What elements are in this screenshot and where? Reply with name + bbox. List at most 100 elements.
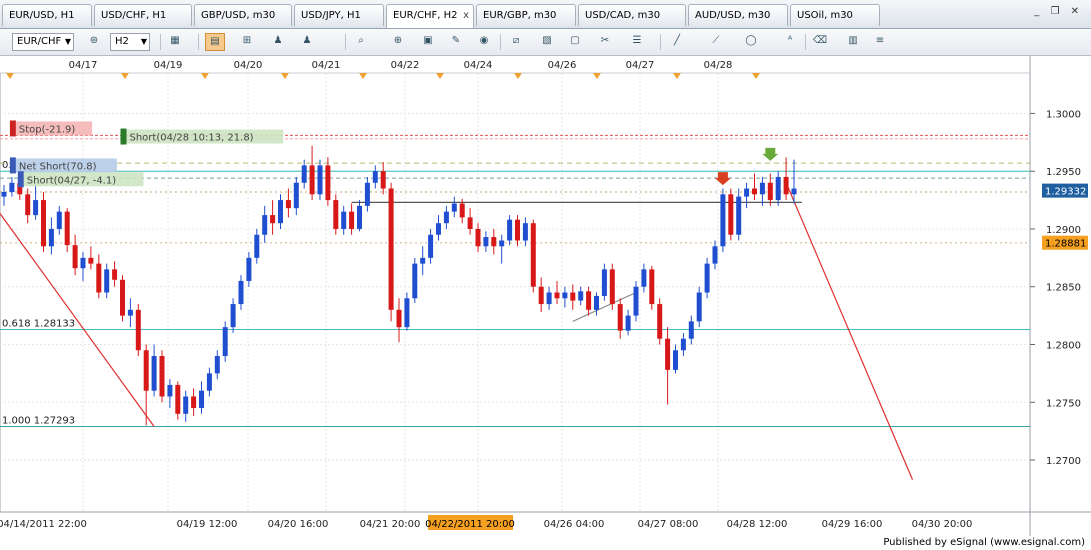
- toolbar-separator: [805, 34, 806, 50]
- eraser-icon[interactable]: ⌫: [810, 33, 830, 51]
- candle-body: [594, 295, 599, 310]
- toolbar-separator: [660, 34, 661, 50]
- candle-body: [467, 217, 473, 229]
- window-controls[interactable]: _ ❐ ✕: [1034, 6, 1083, 17]
- text-icon[interactable]: ᴬ: [780, 33, 800, 51]
- tick-chart-icon[interactable]: ⊞: [237, 33, 257, 51]
- candle-body: [151, 356, 157, 391]
- position-label: Short(04/28 10:13, 21.8): [130, 133, 254, 144]
- tool-icon[interactable]: ✂: [595, 33, 615, 51]
- bar-chart-icon[interactable]: ▤: [205, 33, 225, 51]
- chart-book-icon[interactable]: ▣: [418, 33, 438, 51]
- candle-body: [33, 200, 39, 216]
- trend-line: [572, 291, 637, 322]
- candle-body: [325, 165, 331, 201]
- tab-label: EUR/CHF, H2: [393, 10, 458, 21]
- price-tick-label: 1.2850: [1046, 283, 1081, 294]
- symbol-select[interactable]: EUR/CHF ▼: [12, 33, 74, 51]
- tab-label: USD/CHF, H1: [101, 10, 167, 21]
- chart-type-icon[interactable]: ▦: [165, 33, 185, 51]
- candle-body: [775, 176, 781, 201]
- candle-body: [285, 200, 291, 209]
- candle-body: [301, 165, 307, 183]
- bottom-date-label: 04/21 20:00: [360, 519, 421, 530]
- tab-0[interactable]: EUR/USD, H1: [2, 4, 92, 26]
- globe-icon[interactable]: ◉: [474, 33, 494, 51]
- tab-3[interactable]: USD/JPY, H1: [294, 4, 384, 26]
- candle-body: [530, 223, 536, 287]
- window-icon[interactable]: ▢: [565, 33, 585, 51]
- position-label: Net Short(70.8): [19, 161, 97, 172]
- study-icon[interactable]: ✎: [446, 33, 466, 51]
- layout-icon[interactable]: ☰: [627, 33, 647, 51]
- top-date-label: 04/27: [626, 60, 655, 71]
- session-marker: [201, 73, 209, 79]
- tab-2[interactable]: GBP/USD, m30: [194, 4, 292, 26]
- more-icon[interactable]: ≡: [870, 33, 890, 51]
- price-tick-label: 1.2950: [1046, 167, 1081, 178]
- other-price-tag-box: [1042, 235, 1088, 250]
- chevron-down-icon: ▼: [140, 37, 147, 46]
- interval-select[interactable]: H2 ▼: [110, 33, 150, 51]
- tab-4[interactable]: EUR/CHF, H2 x: [386, 4, 474, 28]
- tab-6[interactable]: USD/CAD, m30: [578, 4, 686, 26]
- price-chart[interactable]: 1.2700 1.2750 1.2800 1.2850 1.2900 1.2950 1.30…: [0, 0, 1091, 550]
- position-label-box: [23, 172, 144, 187]
- bottom-date-label: 04/28 12:00: [727, 519, 788, 530]
- zoom-in-icon[interactable]: ⊕: [388, 33, 408, 51]
- people-icon[interactable]: ♟: [297, 33, 317, 51]
- bottom-date-label: 04/30 20:00: [912, 519, 973, 530]
- tab-1[interactable]: USD/CHF, H1: [94, 4, 192, 26]
- top-date-label: 04/21: [312, 60, 341, 71]
- trend-line: [785, 182, 914, 480]
- candle-body: [1, 191, 7, 197]
- trendline-icon[interactable]: ⟋: [706, 33, 726, 51]
- signal-arrow-icon: [762, 147, 779, 161]
- top-date-label: 04/22: [391, 60, 420, 71]
- candle-body: [791, 188, 797, 195]
- bars-icon[interactable]: ▥: [843, 33, 863, 51]
- toolbar-separator: [345, 34, 346, 50]
- chart-toolbar: EUR/CHF ▼ H2 ▼ ▦ ▤ ⊞ ♟ ♟ ⌕ ⊕ ▣ ✎ ◉ ⧄ ▧ ▢ ✂ ☰ ╱ ⟋ ◯ ᴬ ⌫ ▥ ≡ ⊛: [0, 29, 1091, 56]
- candle-body: [562, 292, 568, 299]
- tab-5[interactable]: EUR/GBP, m30: [476, 4, 576, 26]
- candle-body: [17, 182, 23, 195]
- position-label: Short(04/27, -4.1): [27, 175, 116, 186]
- pen-icon[interactable]: ╱: [667, 33, 687, 51]
- candle-body: [364, 182, 370, 206]
- candle-body: [135, 309, 141, 351]
- candle-body: [633, 286, 639, 316]
- tab-7[interactable]: AUD/USD, m30: [688, 4, 788, 26]
- last-price-tag: 1.29332: [1045, 187, 1086, 198]
- candle-body: [333, 200, 339, 229]
- chart-background: [0, 56, 1091, 536]
- bottom-date-label: 04/27 08:00: [638, 519, 699, 530]
- candle-body: [41, 200, 46, 247]
- candle-body: [104, 269, 110, 293]
- ellipse-icon[interactable]: ◯: [741, 33, 761, 51]
- close-icon[interactable]: x: [463, 5, 469, 26]
- candle-body: [696, 292, 702, 322]
- tab-8[interactable]: USOil, m30: [790, 4, 880, 26]
- candle-body: [270, 215, 276, 224]
- toolbar-separator: [198, 34, 199, 50]
- plot-area: [0, 72, 1031, 513]
- candle-body: [491, 237, 497, 247]
- binoculars-icon[interactable]: ⊛: [84, 33, 104, 51]
- candle-body: [167, 384, 173, 397]
- candle-body: [25, 194, 31, 216]
- people-icon[interactable]: ♟: [268, 33, 288, 51]
- position-label-box: [15, 158, 117, 173]
- top-date-label: 04/24: [464, 60, 493, 71]
- fib-label: 0.618 1.28133: [2, 318, 75, 329]
- candle-body: [80, 257, 86, 269]
- candle-body: [388, 188, 394, 310]
- candle-body: [246, 257, 252, 281]
- image-icon[interactable]: ▧: [537, 33, 557, 51]
- zoom-icon[interactable]: ⌕: [351, 33, 371, 51]
- candle-body: [396, 309, 402, 328]
- bottom-date-label: 04/19 12:00: [177, 519, 238, 530]
- session-marker: [673, 73, 681, 79]
- ruler-icon[interactable]: ⧄: [506, 33, 526, 51]
- candle-body: [744, 188, 750, 197]
